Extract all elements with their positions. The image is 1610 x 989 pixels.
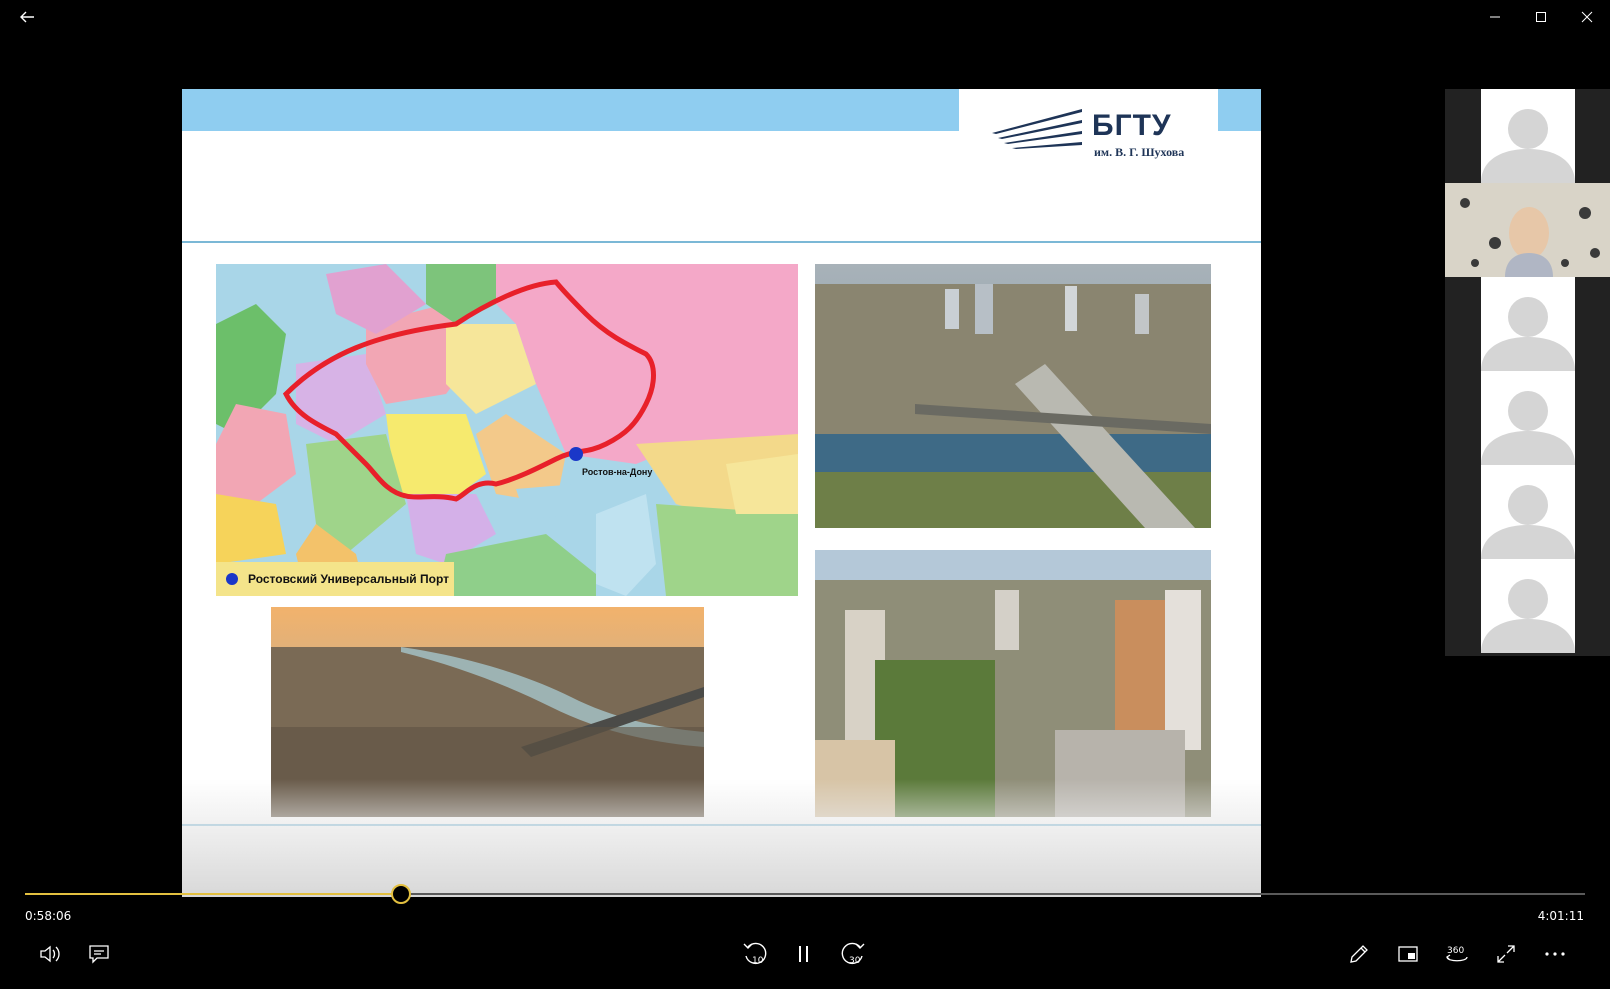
seek-bar-progress [25,893,402,895]
miniplayer-icon [1398,946,1418,962]
port-marker-icon [226,573,238,585]
player-controls: 0:58:06 4:01:11 10 30 360 [0,880,1610,989]
participant-camera-tile[interactable] [1445,183,1610,277]
miniplayer-button[interactable] [1388,934,1428,974]
logo-title: БГТУ [1092,109,1172,142]
participant-tile[interactable] [1481,89,1575,183]
seek-bar[interactable] [25,884,1585,904]
slide-divider-top [182,241,1261,243]
pencil-icon [1350,945,1368,963]
logo-wings-icon [992,109,1082,149]
skip-forward-button[interactable]: 30 [833,934,873,974]
pause-icon [799,946,808,962]
map-legend-text: Ростовский Универсальный Порт [248,572,450,586]
draw-button[interactable] [1339,934,1379,974]
avatar-placeholder-icon [1481,579,1575,653]
slide-header-band [182,89,959,131]
seek-bar-thumb[interactable] [391,884,412,904]
slide-header-band-right [1218,89,1261,131]
volume-icon [40,945,60,963]
total-time: 4:01:11 [1537,909,1584,923]
city-aerial-photo-bridge [815,264,1211,528]
subtitles-icon [89,945,109,964]
back-arrow-icon [20,11,34,23]
logo-subtitle: им. В. Г. Шухова [1094,145,1185,159]
skip-back-icon: 10 [743,942,767,966]
current-time: 0:58:06 [25,909,72,923]
maximize-icon [1536,12,1546,22]
media-player-window: БГТУ им. В. Г. Шухова Ростов-на-Дону Рос… [0,0,1610,989]
maximize-button[interactable] [1518,0,1564,34]
back-button[interactable] [4,0,50,34]
minimize-button[interactable] [1472,0,1518,34]
europe-map-image [216,264,798,596]
svg-text:360: 360 [1447,946,1464,956]
volume-button[interactable] [30,934,70,974]
pause-button[interactable] [784,934,824,974]
map-legend: Ростовский Универсальный Порт [216,562,454,596]
fullscreen-icon [1497,945,1515,963]
fullscreen-button[interactable] [1486,934,1526,974]
avatar-placeholder-icon [1481,391,1575,465]
participant-tile[interactable] [1481,465,1575,559]
svg-text:10: 10 [752,956,764,966]
city-aerial-photo-buildings [815,550,1211,817]
university-logo: БГТУ им. В. Г. Шухова [990,103,1200,163]
close-button[interactable] [1564,0,1610,34]
avatar-placeholder-icon [1481,109,1575,183]
vr-360-button[interactable]: 360 [1437,934,1477,974]
participants-panel [1445,89,1610,656]
route-map: Ростов-на-Дону Ростовский Универсальный … [216,264,798,596]
vr-360-icon: 360 [1446,946,1468,962]
participant-tile[interactable] [1481,277,1575,371]
avatar-placeholder-icon [1481,297,1575,371]
participant-video [1445,183,1610,277]
participant-tile[interactable] [1481,371,1575,465]
skip-back-button[interactable]: 10 [735,934,775,974]
map-city-label: Ростов-на-Дону [582,467,653,477]
svg-text:30: 30 [849,956,861,966]
more-dots-icon [1545,952,1565,956]
skip-forward-icon: 30 [841,942,865,966]
presentation-slide: БГТУ им. В. Г. Шухова Ростов-на-Дону Рос… [182,89,1261,897]
close-icon [1581,11,1593,23]
minimize-icon [1490,16,1500,18]
title-bar [0,0,1610,34]
participant-tile[interactable] [1481,559,1575,653]
more-options-button[interactable] [1535,934,1575,974]
avatar-placeholder-icon [1481,485,1575,559]
subtitles-button[interactable] [79,934,119,974]
